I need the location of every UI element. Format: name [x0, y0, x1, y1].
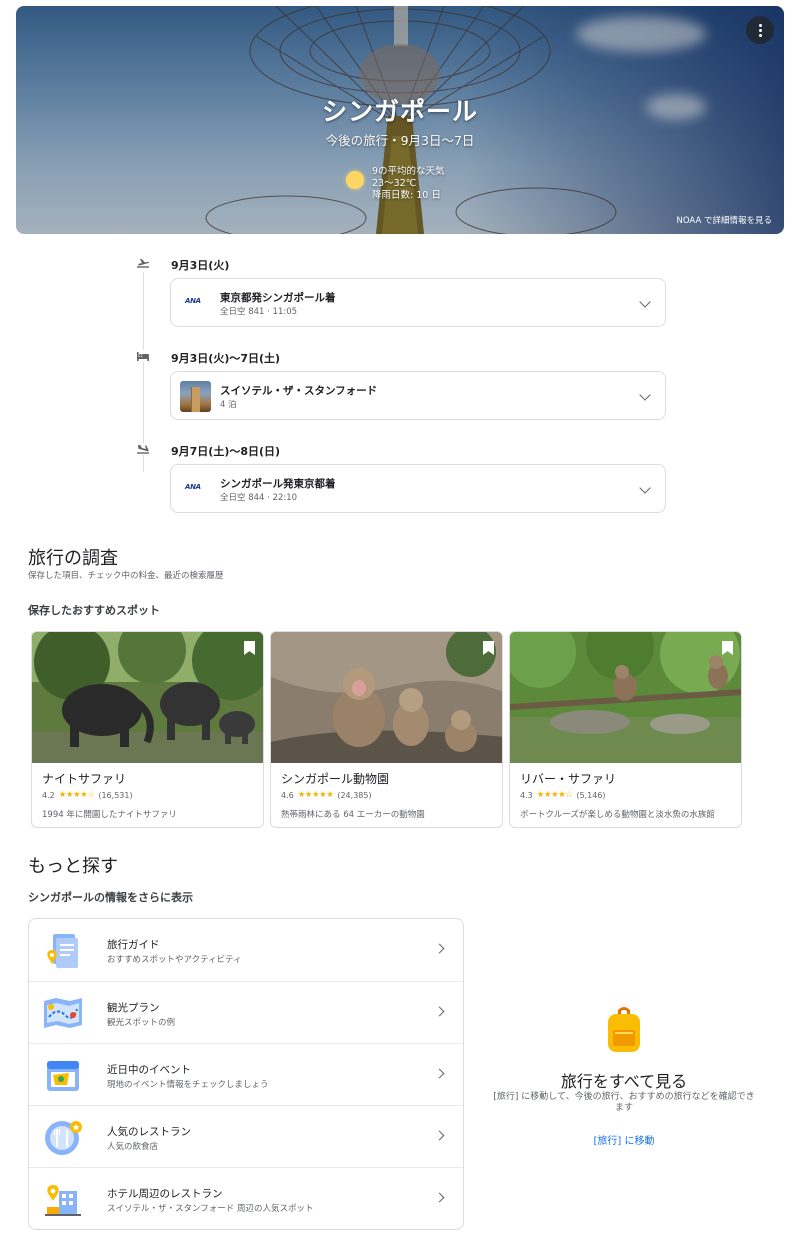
research-heading: 旅行の調査: [28, 548, 118, 569]
weather-heading: 9の平均的な天気: [372, 166, 445, 177]
flight-details: 全日空 844 · 22:10: [220, 493, 298, 503]
go-to-trips-link[interactable]: [旅行] に移動: [490, 1132, 758, 1147]
all-trips-description: [旅行] に移動して、今後の旅行、おすすめの旅行などを確認できます: [493, 1092, 755, 1113]
spot-rating: 4.2 ★★★★☆ (16,531): [42, 790, 133, 800]
flight-card-outbound[interactable]: ANA 東京都発シンガポール着 全日空 841 · 11:05: [170, 278, 666, 327]
hotel-icon: [136, 350, 150, 362]
river-safari-photo: [510, 632, 741, 763]
chevron-right-icon: [434, 1006, 445, 1017]
flight-takeoff-icon: [136, 257, 150, 269]
explore-heading: もっと探す: [28, 856, 118, 877]
weather-summary: 9の平均的な天気 23〜32℃ 降雨日数: 10 日: [346, 166, 445, 202]
explore-item-subtitle: スイソテル・ザ・スタンフォード 周辺の人気スポット: [107, 1204, 314, 1214]
destination-title: シンガポール: [321, 97, 478, 126]
spot-name: リバー・サファリ: [520, 772, 617, 786]
restaurant-icon: [45, 1121, 82, 1155]
explore-item-title: 観光プラン: [107, 1002, 160, 1014]
chevron-down-icon[interactable]: [639, 482, 651, 494]
rating-value: 4.6: [281, 790, 294, 800]
flight-route: シンガポール発東京都着: [220, 478, 336, 490]
rating-value: 4.3: [520, 790, 533, 800]
explore-item-subtitle: おすすめスポットやアクティビティ: [107, 955, 242, 965]
explore-item-popular-restaurants[interactable]: 人気のレストラン 人気の飲食店: [29, 1105, 463, 1167]
ana-logo: ANA: [185, 483, 201, 491]
ana-logo: ANA: [185, 297, 201, 305]
spot-card[interactable]: ナイトサファリ 4.2 ★★★★☆ (16,531) 1994 年に開園したナイ…: [31, 631, 264, 828]
weather-rain-days: 降雨日数: 10 日: [372, 190, 441, 201]
zoo-photo: [271, 632, 502, 763]
flight-card-return[interactable]: ANA シンガポール発東京都着 全日空 844 · 22:10: [170, 464, 666, 513]
rating-value: 4.2: [42, 790, 55, 800]
spot-rating: 4.6 ★★★★★ (24,385): [281, 790, 372, 800]
spot-name: シンガポール動物園: [281, 772, 390, 786]
hotel-card[interactable]: スイソテル・ザ・スタンフォード 4 泊: [170, 371, 666, 420]
explore-item-subtitle: 現地のイベント情報をチェックしましょう: [107, 1080, 269, 1090]
chevron-right-icon: [434, 1130, 445, 1141]
chevron-right-icon: [434, 943, 445, 954]
night-safari-photo: [32, 632, 263, 763]
star-rating-icon: ★★★★☆: [536, 790, 573, 800]
chevron-down-icon[interactable]: [639, 389, 651, 401]
chevron-right-icon: [434, 1192, 445, 1203]
explore-item-title: 近日中のイベント: [107, 1064, 191, 1076]
explore-item-subtitle: 人気の飲食店: [107, 1142, 159, 1152]
explore-item-title: ホテル周辺のレストラン: [107, 1188, 223, 1200]
research-subheading: 保存した項目、チェック中の料金、最近の検索履歴: [28, 571, 224, 581]
chevron-down-icon[interactable]: [639, 296, 651, 308]
flight-land-icon: [136, 443, 150, 455]
day-label: 9月3日(火): [171, 259, 230, 272]
explore-list: 旅行ガイド おすすめスポットやアクティビティ 観光プラン 観光スポットの例 近日…: [28, 918, 464, 1230]
explore-item-events[interactable]: 近日中のイベント 現地のイベント情報をチェックしましょう: [29, 1043, 463, 1105]
weather-temp: 23〜32℃: [372, 178, 417, 189]
star-rating-icon: ★★★★☆: [58, 790, 95, 800]
day-label: 9月3日(火)〜7日(土): [171, 352, 281, 365]
hotel-thumbnail: [180, 381, 211, 412]
spot-name: ナイトサファリ: [42, 772, 127, 786]
hotel-name: スイソテル・ザ・スタンフォード: [220, 385, 378, 397]
spot-card[interactable]: シンガポール動物園 4.6 ★★★★★ (24,385) 熱帯雨林にある 64 …: [270, 631, 503, 828]
trip-dates: 今後の旅行・9月3日〜7日: [325, 133, 475, 148]
timeline-line: [143, 272, 144, 472]
noaa-link[interactable]: NOAA で詳細情報を見る: [677, 214, 772, 226]
all-trips-title: 旅行をすべて見る: [560, 1072, 688, 1091]
spot-description: ボートクルーズが楽しめる動物園と淡水魚の水族館: [520, 810, 715, 820]
spot-rating: 4.3 ★★★★☆ (5,146): [520, 790, 606, 800]
sightseeing-plan-icon: [44, 998, 82, 1028]
hotel-nights: 4 泊: [220, 400, 237, 410]
spot-description: 熱帯雨林にある 64 エーカーの動物園: [281, 810, 425, 820]
review-count: (24,385): [337, 790, 372, 800]
sun-icon: [346, 171, 364, 189]
day-label: 9月7日(土)〜8日(日): [171, 445, 281, 458]
destination-hero: シンガポール 今後の旅行・9月3日〜7日 9の平均的な天気 23〜32℃ 降雨日…: [16, 6, 784, 234]
spot-description: 1994 年に開園したナイトサファリ: [42, 810, 177, 820]
explore-item-travel-guide[interactable]: 旅行ガイド おすすめスポットやアクティビティ: [29, 919, 463, 981]
luggage-icon: [608, 1007, 640, 1052]
more-vert-icon[interactable]: [746, 16, 774, 44]
star-rating-icon: ★★★★★: [297, 790, 334, 800]
explore-item-title: 旅行ガイド: [107, 939, 160, 951]
flight-details: 全日空 841 · 11:05: [220, 307, 298, 317]
hotel-restaurant-icon: [45, 1185, 81, 1216]
explore-subheading: シンガポールの情報をさらに表示: [28, 891, 193, 904]
explore-item-hotel-restaurants[interactable]: ホテル周辺のレストラン スイソテル・ザ・スタンフォード 周辺の人気スポット: [29, 1167, 463, 1229]
saved-spots-heading: 保存したおすすめスポット: [28, 604, 160, 617]
events-icon: [47, 1061, 79, 1091]
flight-route: 東京都発シンガポール着: [220, 292, 336, 304]
review-count: (16,531): [98, 790, 133, 800]
review-count: (5,146): [576, 790, 606, 800]
travel-guide-icon: [47, 934, 78, 968]
spot-card[interactable]: リバー・サファリ 4.3 ★★★★☆ (5,146) ボートクルーズが楽しめる動…: [509, 631, 742, 828]
explore-item-subtitle: 観光スポットの例: [107, 1018, 176, 1028]
explore-item-sightseeing-plan[interactable]: 観光プラン 観光スポットの例: [29, 981, 463, 1043]
explore-item-title: 人気のレストラン: [107, 1126, 191, 1138]
chevron-right-icon: [434, 1068, 445, 1079]
